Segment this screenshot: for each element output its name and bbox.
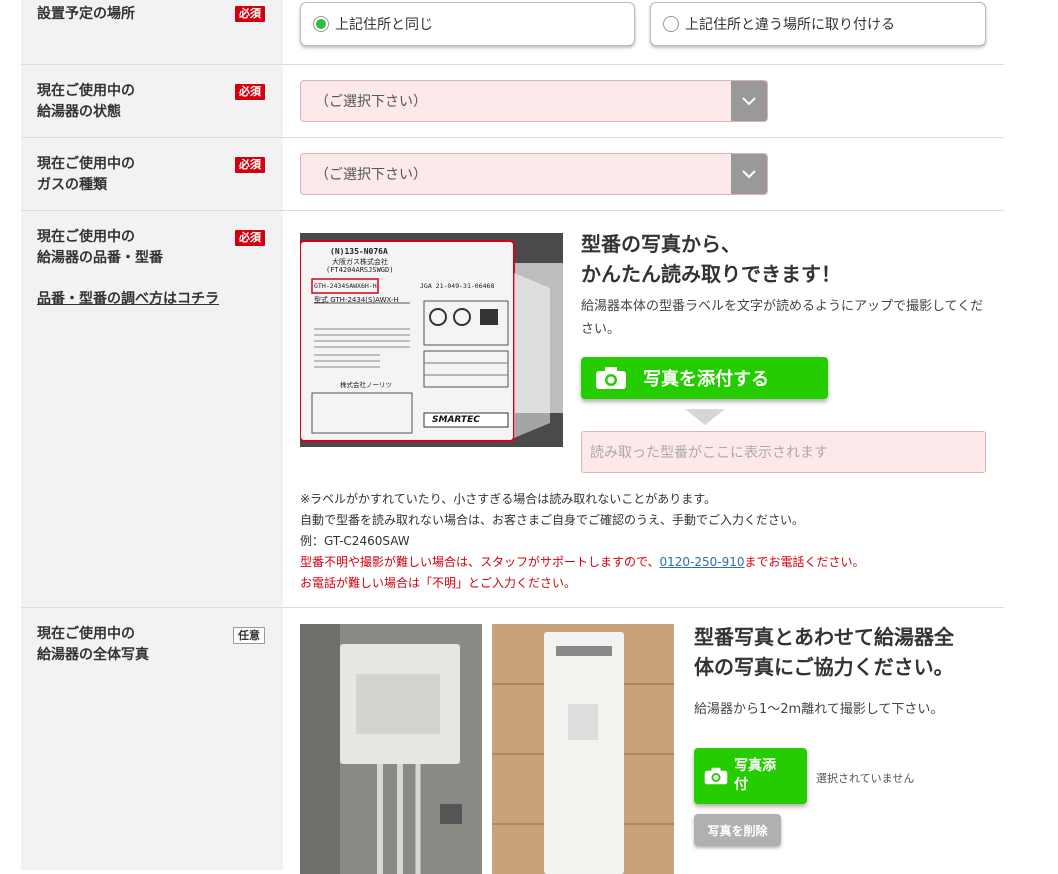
camera-icon: [704, 767, 728, 785]
camera-icon: [595, 366, 627, 390]
phone-link[interactable]: 0120-250-910: [660, 555, 745, 569]
label-cell: 設置予定の場所 必須: [21, 0, 283, 64]
row-gas-type: 現在ご使用中の ガスの種類 必須 （ご選択下さい）: [21, 138, 1004, 211]
required-badge: 必須: [235, 84, 265, 100]
overall-photo-description: 給湯器から1〜2m離れて撮影して下さい。: [694, 702, 944, 717]
field-cell: 上記住所と同じ 上記住所と違う場所に取り付ける: [283, 0, 1004, 64]
label-cell: 現在ご使用中の ガスの種類 必須: [21, 138, 283, 210]
model-ocr-heading: 型番の写真から、 かんたん読み取りできます！: [581, 232, 841, 286]
note-manual-entry: 自動で型番を読み取れない場合は、お客さまご自身でご確認のうえ、手動でご入力くださ…: [300, 513, 805, 527]
field-cell: 型番写真とあわせて給湯器全 体の写真にご協力ください。 給湯器から1〜2m離れて撮…: [283, 608, 1004, 874]
field-label: 現在ご使用中の 給湯器の状態: [37, 83, 135, 120]
button-label: 写真を削除: [707, 823, 768, 838]
label-cell: 現在ご使用中の 給湯器の状態 必須: [21, 65, 283, 137]
field-cell: (N)135-N076A 大阪ガス株式会社 (FT4204ARSJSWGD) G…: [283, 211, 1004, 607]
heater-state-select[interactable]: （ご選択下さい）: [300, 80, 768, 122]
radio-label: 上記住所と違う場所に取り付ける: [685, 17, 895, 33]
attach-model-photo-button[interactable]: 写真を添付する: [581, 357, 828, 399]
delete-photo-button[interactable]: 写真を削除: [694, 814, 781, 846]
label-jga: JGA 21-049-31-06468: [420, 282, 495, 290]
row-overall-photo: 現在ご使用中の 給湯器の全体写真 任意 型番写真とあわせて給湯器全 体の写真にご…: [21, 608, 1004, 874]
field-label: 現在ご使用中の 給湯器の品番・型番: [37, 229, 163, 266]
model-label-sample-photo: (N)135-N076A 大阪ガス株式会社 (FT4204ARSJSWGD) G…: [300, 233, 563, 447]
radio-checked-icon: [313, 16, 329, 32]
required-badge: 必須: [235, 230, 265, 246]
radio-same-address[interactable]: 上記住所と同じ: [300, 2, 635, 46]
no-file-selected-text: 選択されていません: [816, 772, 915, 785]
chevron-down-icon: [731, 81, 767, 121]
model-ocr-description: 給湯器本体の型番ラベルを文字が読めるようにアップで撮影してください。: [581, 299, 984, 337]
label-code-top: (N)135-N076A: [330, 247, 388, 256]
radio-different-address[interactable]: 上記住所と違う場所に取り付ける: [650, 2, 986, 46]
result-placeholder: 読み取った型番がここに表示されます: [590, 445, 828, 461]
model-result-field[interactable]: 読み取った型番がここに表示されます: [581, 431, 986, 473]
field-cell: （ご選択下さい）: [283, 138, 1004, 210]
label-brand: SMARTEC: [432, 415, 480, 425]
button-label: 写真を添付する: [643, 369, 769, 390]
note-label-unreadable: ※ラベルがかすれていたり、小さすぎる場合は読み取れないことがあります。: [300, 492, 717, 506]
sample-photo-heater-1: [300, 624, 482, 874]
chevron-down-icon: [731, 154, 767, 194]
sample-photo-heater-2: [492, 624, 674, 874]
note-support: 型番不明や撮影が難しい場合は、スタッフがサポートしますので、0120-250-9…: [300, 555, 865, 569]
attach-overall-photo-button[interactable]: 写真添付: [694, 748, 807, 804]
select-value: （ご選択下さい）: [315, 167, 427, 183]
arrow-down-indicator: [685, 409, 725, 425]
gas-type-select[interactable]: （ご選択下さい）: [300, 153, 768, 195]
field-label: 現在ご使用中の ガスの種類: [37, 156, 135, 193]
note-example: 例：GT-C2460SAW: [300, 534, 410, 548]
label-model-highlight: GTH-2434SAWX6H-H: [314, 282, 377, 290]
label-model-line: 型式 GTH-2434(S)AWX-H: [314, 296, 399, 304]
radio-label: 上記住所と同じ: [335, 17, 433, 33]
order-form: 設置予定の場所 必須 上記住所と同じ 上記住所と違う場所に取り付ける 現在ご使用…: [21, 0, 1004, 874]
field-cell: （ご選択下さい）: [283, 65, 1004, 137]
overall-photo-heading: 型番写真とあわせて給湯器全 体の写真にご協力ください。: [694, 625, 954, 679]
label-code-sub: (FT4204ARSJSWGD): [326, 266, 394, 274]
row-install-location: 設置予定の場所 必須 上記住所と同じ 上記住所と違う場所に取り付ける: [21, 0, 1004, 65]
label-cell: 現在ご使用中の 給湯器の品番・型番 必須 品番・型番の調べ方はコチラ: [21, 211, 283, 607]
model-help-link[interactable]: 品番・型番の調べ方はコチラ: [37, 289, 219, 310]
button-label: 写真添付: [734, 758, 776, 793]
radio-unchecked-icon: [663, 16, 679, 32]
field-label: 現在ご使用中の 給湯器の全体写真: [37, 626, 149, 663]
note-unknown: お電話が難しい場合は「不明」とご入力ください。: [300, 576, 577, 590]
label-maker-bottom: 株式会社ノーリツ: [340, 381, 392, 389]
select-value: （ご選択下さい）: [315, 94, 427, 110]
field-label: 設置予定の場所: [37, 6, 135, 22]
required-badge: 必須: [235, 6, 265, 22]
label-cell: 現在ご使用中の 給湯器の全体写真 任意: [21, 608, 283, 870]
required-badge: 必須: [235, 157, 265, 173]
optional-badge: 任意: [233, 627, 265, 644]
row-heater-state: 現在ご使用中の 給湯器の状態 必須 （ご選択下さい）: [21, 65, 1004, 138]
row-model-number: 現在ご使用中の 給湯器の品番・型番 必須 品番・型番の調べ方はコチラ (N)13…: [21, 211, 1004, 608]
